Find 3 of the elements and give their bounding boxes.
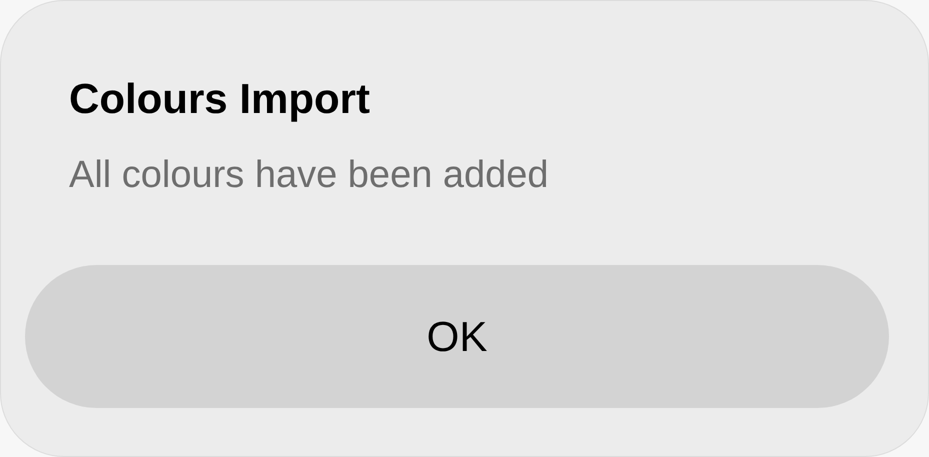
alert-message: All colours have been added [69, 153, 549, 198]
ok-button[interactable]: OK [25, 265, 889, 408]
alert-title: Colours Import [69, 74, 370, 124]
